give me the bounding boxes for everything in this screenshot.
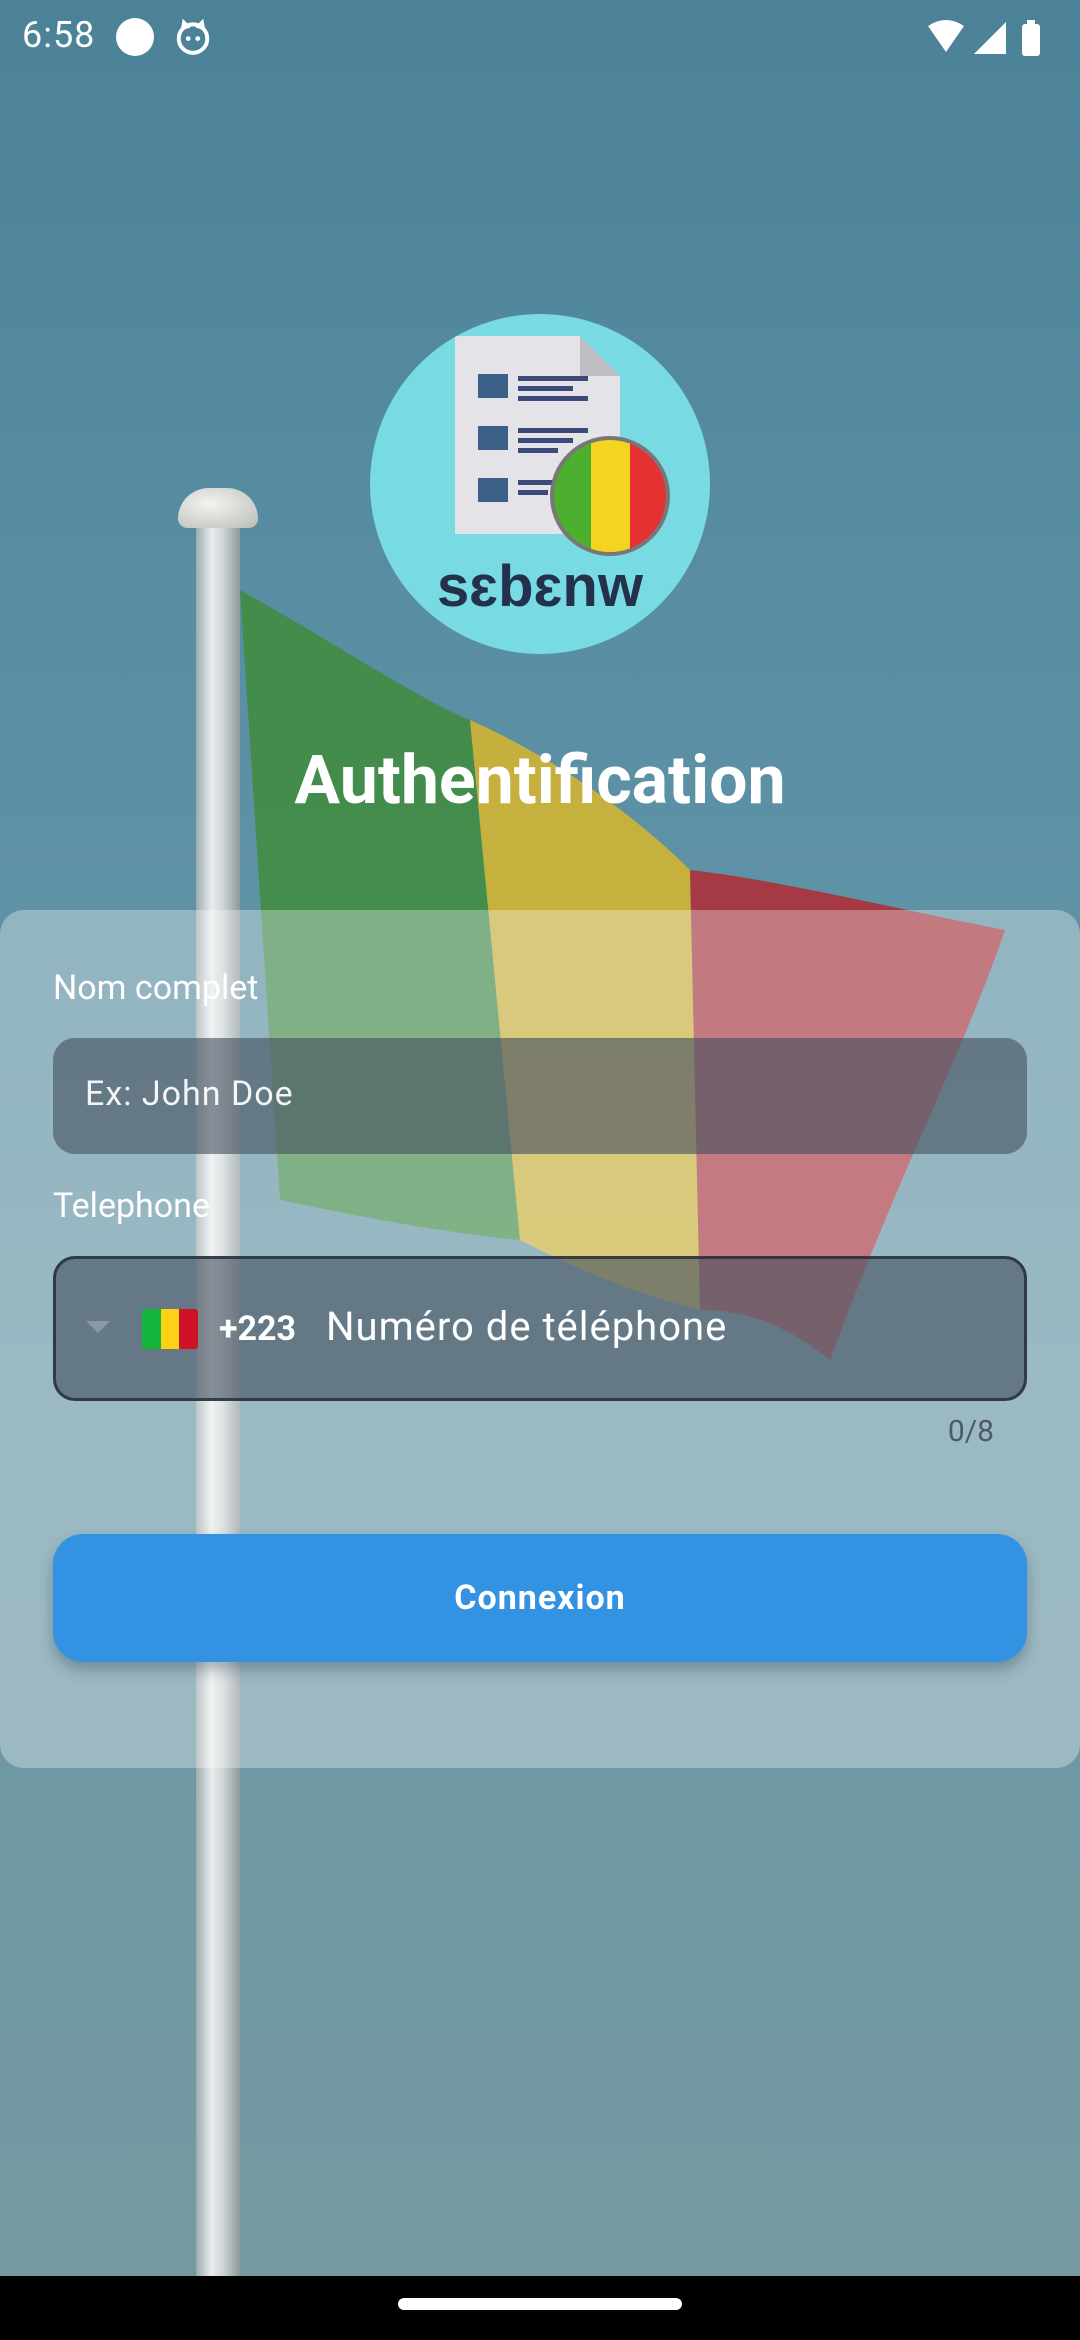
system-status-icons <box>928 20 1040 56</box>
phone-char-counter: 0/8 <box>947 1414 994 1449</box>
phone-placeholder: Numéro de téléphone <box>326 1303 728 1350</box>
connexion-button[interactable]: Connexion <box>53 1534 1027 1662</box>
battery-icon <box>1022 24 1040 56</box>
notification-dot-icon <box>116 18 154 56</box>
status-time: 6:58 <box>22 14 96 56</box>
phone-input[interactable]: +223 Numéro de téléphone <box>53 1256 1027 1401</box>
cellular-signal-icon <box>974 22 1006 54</box>
navigation-bar <box>0 2276 1080 2340</box>
status-bar: 6:58 <box>0 0 1080 74</box>
country-code[interactable]: +223 <box>219 1309 296 1349</box>
wifi-icon <box>928 20 964 52</box>
app-logo: sɛbɛnw <box>370 314 710 654</box>
home-gesture-handle[interactable] <box>398 2298 682 2310</box>
cat-notification-icon <box>176 18 210 55</box>
page-title: Authentification <box>294 740 786 820</box>
name-label: Nom complet <box>53 968 259 1008</box>
caret-down-icon[interactable] <box>86 1321 110 1333</box>
logo-text: sɛbɛnw <box>437 554 644 619</box>
name-placeholder: Ex: John Doe <box>85 1074 294 1114</box>
phone-label: Telephone <box>53 1186 210 1226</box>
mali-flag-icon[interactable] <box>142 1309 198 1349</box>
full-name-input[interactable]: Ex: John Doe <box>53 1038 1027 1154</box>
